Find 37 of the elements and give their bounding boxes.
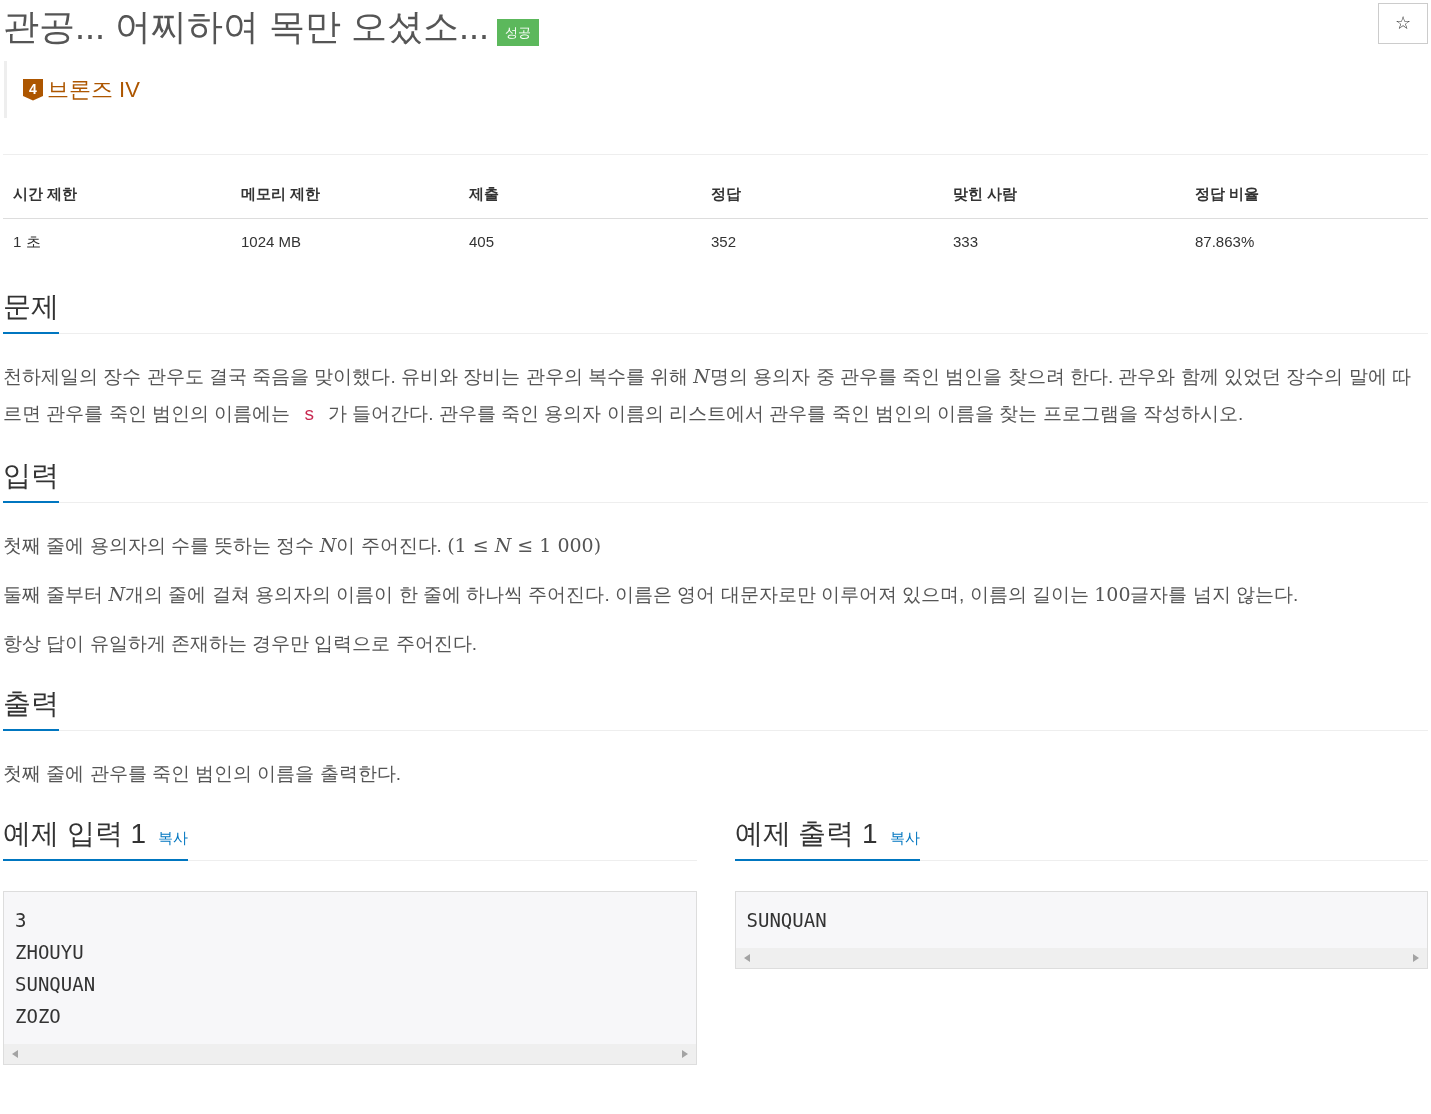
column-header: 제출 [469,184,500,204]
section-heading: 출력 [3,687,59,721]
table-cell-text: 352 [711,231,738,252]
scroll-right-icon[interactable] [1413,954,1419,962]
section-heading: 예제 출력 1 [734,817,878,851]
table-cell-text: 405 [469,231,496,252]
tier-label: 브론즈 IV [47,76,140,104]
column-header: 맞힌 사람 [953,184,1019,204]
problem-paragraph: 천하제일의 장수 관우도 결국 죽음을 맞이했다. 유비와 장비는 관우의 복수를 위해 N명의 용의자 중 관우를 죽인 범인을 찾으려 한다. 관우와 함께 있었던 장수의 말에 따르면 관우를 죽인 범인의 이름에는 s 가 들어간다. 관우를 죽인 용의자 이름의 리스트에서 관우를 죽인 범인의 이름을 찾는 프로그램을 작성하시오. [3,364,1412,428]
scroll-right-icon[interactable] [681,1050,688,1058]
problem-paragraph: 첫째 줄에 용의자의 수를 뜻하는 정수 N이 주어진다. (1 ≤ N ≤ 1 000) [3,533,603,558]
column-header: 정답 비율 [1195,184,1261,204]
problem-paragraph: 둘째 줄부터 N개의 줄에 걸쳐 용의자의 이름이 한 줄에 하나씩 주어진다. 이름은 영어 대문자로만 이루어져 있으며, 이름의 길이는 100글자를 넘지 않는다. [3,582,1300,607]
problem-paragraph: 첫째 줄에 관우를 죽인 범인의 이름을 출력한다. [3,762,402,786]
problem-paragraph: 항상 답이 유일하게 존재하는 경우만 입력으로 주어진다. [3,632,478,656]
result-badge: 성공 [497,18,540,47]
sample-text: 3 ZHOUYU SUNQUAN ZOZO [14,908,97,1029]
section-heading: 문제 [3,290,59,324]
column-header: 시간 제한 [13,184,79,204]
table-cell-text: 87.863% [1195,231,1256,252]
tier-icon: 4 [23,78,43,101]
copy-link[interactable]: 복사 [158,827,189,850]
sample-text: SUNQUAN [745,908,828,933]
scroll-left-icon[interactable] [743,954,750,962]
favorite-button[interactable]: ☆ [1378,3,1428,44]
horizontal-scrollbar[interactable] [735,948,1427,968]
table-cell-text: 333 [953,231,980,252]
section-heading: 예제 입력 1 [3,817,147,851]
column-header: 메모리 제한 [241,184,322,204]
copy-link[interactable]: 복사 [889,827,920,850]
table-cell-text: 1 초 [13,231,42,252]
horizontal-scrollbar[interactable] [4,1044,696,1064]
problem-title: 관공... 어찌하여 목만 오셨소... [3,5,490,49]
section-heading: 입력 [3,459,59,493]
column-header: 정답 [711,184,742,204]
scroll-left-icon[interactable] [12,1050,18,1058]
table-cell-text: 1024 MB [241,231,303,252]
